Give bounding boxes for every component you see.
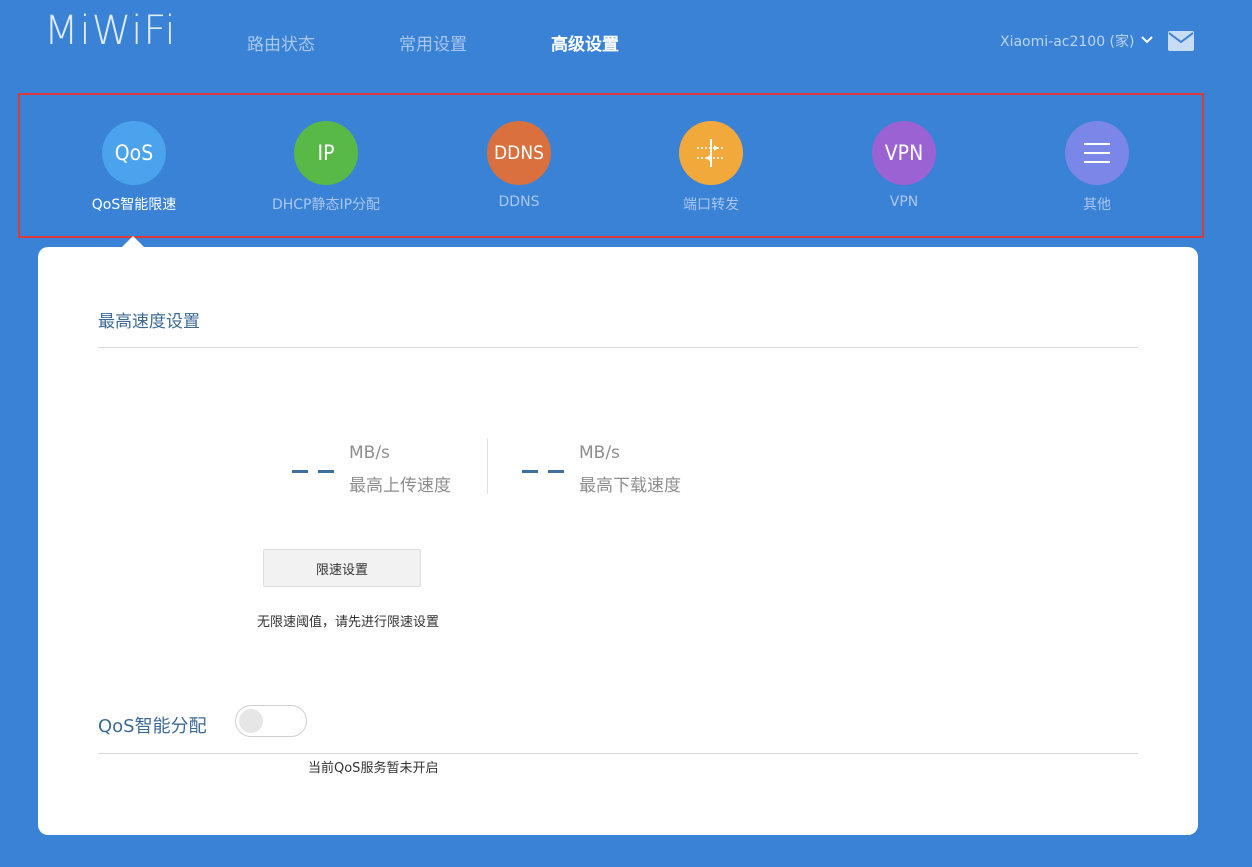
nav-router-status[interactable]: 路由状态 [247, 30, 315, 55]
menu-icon [1065, 121, 1129, 185]
app-label: DDNS [498, 194, 540, 210]
ddns-icon: DDNS [487, 121, 551, 185]
app-qos[interactable]: QoS QoS智能限速 [34, 121, 234, 214]
upload-value-dash [292, 470, 308, 473]
active-tab-pointer [122, 236, 144, 247]
ip-icon: IP [294, 121, 358, 185]
upload-value-dash [318, 470, 334, 473]
app-label: 其他 [1083, 197, 1111, 213]
speed-separator [487, 438, 488, 494]
nav-advanced-settings[interactable]: 高级设置 [551, 30, 619, 55]
speed-limit-button[interactable]: 限速设置 [263, 549, 421, 587]
app-vpn[interactable]: VPN VPN [804, 121, 1004, 210]
toggle-knob [239, 709, 263, 733]
upload-label: 最高上传速度 [349, 476, 451, 496]
port-forward-icon [679, 121, 743, 185]
qos-icon: QoS [102, 121, 166, 185]
download-value-dash [548, 470, 564, 473]
app-label: DHCP静态IP分配 [271, 197, 381, 213]
qos-toggle[interactable] [235, 705, 307, 737]
speed-limit-hint: 无限速阈值，请先进行限速设置 [257, 615, 440, 630]
download-value-dash [522, 470, 538, 473]
qos-panel: 最高速度设置 MB/s 最高上传速度 MB/s 最高下载速度 限速设置 无限速阈… [38, 247, 1198, 835]
advanced-apps-bar: QoS QoS智能限速 IP DHCP静态IP分配 DDNS DDNS 端口转发… [18, 93, 1204, 238]
divider [98, 753, 1138, 754]
device-name: Xiaomi-ac2100 (家) [1000, 34, 1135, 50]
download-label: 最高下载速度 [579, 476, 681, 496]
app-other[interactable]: 其他 [997, 121, 1197, 214]
chevron-down-icon [1140, 33, 1154, 49]
nav-common-settings[interactable]: 常用设置 [399, 30, 467, 55]
upload-unit: MB/s [349, 443, 390, 463]
app-label: VPN [889, 194, 919, 210]
app-label: QoS智能限速 [91, 197, 177, 213]
device-selector[interactable]: Xiaomi-ac2100 (家) [1000, 31, 1154, 51]
divider [98, 347, 1138, 348]
qos-distribution-title: QoS智能分配 [98, 716, 207, 737]
app-label: 端口转发 [683, 197, 739, 213]
qos-status-text: 当前QoS服务暂未开启 [308, 761, 439, 776]
download-unit: MB/s [579, 443, 620, 463]
mail-icon[interactable] [1168, 31, 1194, 55]
app-ddns[interactable]: DDNS DDNS [419, 121, 619, 210]
section-title: 最高速度设置 [98, 312, 200, 332]
top-bar: MiWiFi 路由状态 常用设置 高级设置 Xiaomi-ac2100 (家) [0, 0, 1252, 90]
vpn-icon: VPN [872, 121, 936, 185]
app-port-forward[interactable]: 端口转发 [611, 121, 811, 214]
app-dhcp-static-ip[interactable]: IP DHCP静态IP分配 [226, 121, 426, 214]
miwifi-logo: MiWiFi [44, 8, 177, 54]
